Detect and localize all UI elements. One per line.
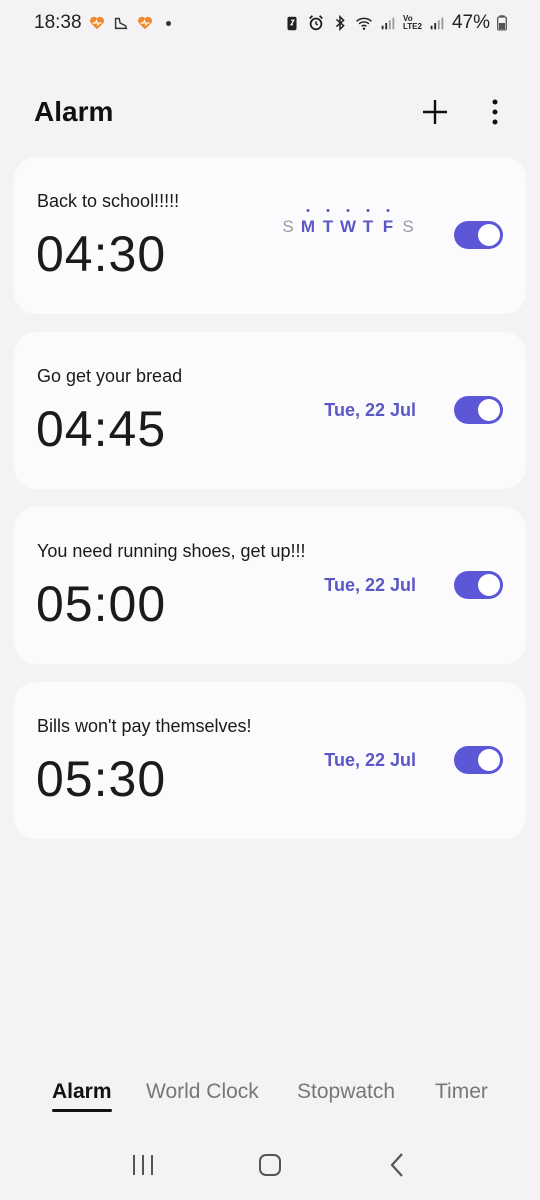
status-time: 18:38 <box>34 12 82 33</box>
battery-icon <box>497 15 507 31</box>
alarm-card[interactable]: You need running shoes, get up!!! 05:00 … <box>14 507 526 664</box>
signal-icon <box>381 17 395 30</box>
back-icon <box>390 1153 403 1177</box>
alarm-time: 04:30 <box>36 226 167 282</box>
notification-dot-icon <box>165 20 171 26</box>
alarm-toggle[interactable] <box>454 396 503 424</box>
alarm-card[interactable]: Go get your bread 04:45 Tue, 22 Jul <box>14 332 526 489</box>
alarm-card[interactable]: Back to school!!!!! 04:30 S M T W T F S <box>14 157 526 314</box>
day-friday: F <box>380 217 396 237</box>
toggle-knob <box>478 749 500 771</box>
tab-world-clock[interactable]: World Clock <box>146 1080 259 1104</box>
toggle-knob <box>478 224 500 246</box>
alarm-label: Back to school!!!!! <box>37 191 180 211</box>
alarm-toggle[interactable] <box>454 571 503 599</box>
recent-apps-button[interactable] <box>123 1145 163 1185</box>
tab-alarm[interactable]: Alarm <box>52 1080 112 1112</box>
header-actions <box>418 95 512 129</box>
alarm-time: 04:45 <box>36 401 167 457</box>
alarm-toggle[interactable] <box>454 221 503 249</box>
home-button[interactable] <box>250 1145 290 1185</box>
signal-icon <box>430 17 444 30</box>
day-saturday: S <box>402 217 414 236</box>
status-left: 18:38 <box>34 12 171 34</box>
day-thursday: T <box>360 217 376 237</box>
alarm-date: Tue, 22 Jul <box>324 750 416 770</box>
volte-icon: Vo LTE2 <box>403 14 422 31</box>
status-right: Vo LTE2 47% <box>283 12 508 34</box>
shoe-icon <box>114 17 127 30</box>
clock-app-screen: 18:38 Vo LTE2 47% Alarm Back to school!!… <box>0 0 540 1200</box>
plus-icon <box>423 100 447 124</box>
day-tuesday: T <box>320 217 336 237</box>
day-monday: M <box>300 217 316 236</box>
app-header: Alarm <box>34 86 512 138</box>
alarm-label: Go get your bread <box>37 366 183 386</box>
alarm-label: Bills won't pay themselves! <box>37 716 252 736</box>
bluetooth-icon <box>335 14 345 32</box>
alarm-icon <box>309 15 323 31</box>
status-bar: 18:38 Vo LTE2 47% <box>0 0 540 46</box>
alarm-time: 05:00 <box>36 576 167 632</box>
alarm-time: 05:30 <box>36 751 167 807</box>
alarm-date: Tue, 22 Jul <box>324 575 416 595</box>
alarm-list: Back to school!!!!! 04:30 S M T W T F S … <box>14 157 526 857</box>
add-alarm-button[interactable] <box>418 95 452 129</box>
battery-percent: 47% <box>451 12 490 33</box>
day-sunday: S <box>282 217 294 236</box>
system-nav-bar <box>0 1130 540 1200</box>
day-wednesday: W <box>340 217 357 236</box>
tab-timer[interactable]: Timer <box>435 1080 488 1104</box>
home-icon <box>258 1154 281 1176</box>
repeat-days: S M T W T F S <box>280 217 416 237</box>
alarm-toggle[interactable] <box>454 746 503 774</box>
heart-icon <box>137 16 152 30</box>
heart-icon <box>89 16 104 30</box>
page-title: Alarm <box>34 96 114 127</box>
alarm-label: You need running shoes, get up!!! <box>37 541 306 561</box>
recent-apps-icon <box>133 1155 154 1175</box>
battery-saver-icon <box>287 16 297 31</box>
more-vert-icon <box>492 99 498 125</box>
toggle-knob <box>478 574 500 596</box>
back-button[interactable] <box>377 1145 417 1185</box>
more-options-button[interactable] <box>478 95 512 129</box>
toggle-knob <box>478 399 500 421</box>
bottom-tabs: Alarm World Clock Stopwatch Timer <box>0 1070 540 1114</box>
days-row: S M T W T F S <box>280 217 416 237</box>
wifi-icon <box>356 17 372 30</box>
tab-stopwatch[interactable]: Stopwatch <box>297 1080 395 1104</box>
alarm-card[interactable]: Bills won't pay themselves! 05:30 Tue, 2… <box>14 682 526 839</box>
alarm-date: Tue, 22 Jul <box>324 400 416 420</box>
